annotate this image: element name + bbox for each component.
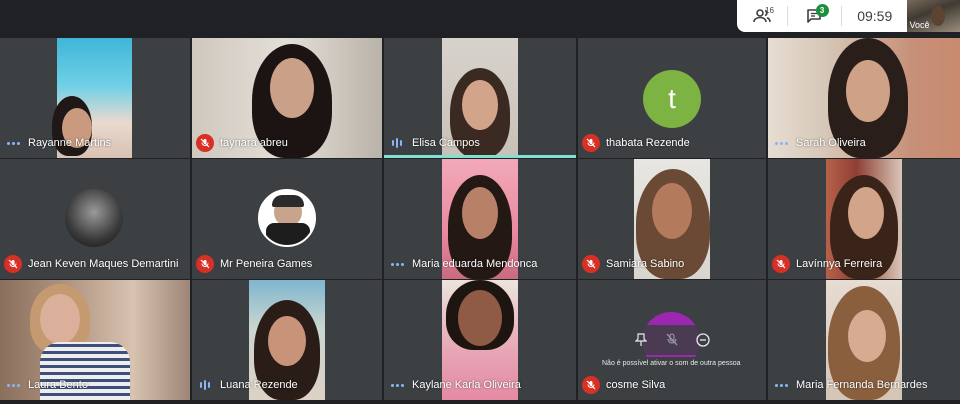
chat-button[interactable]: 3 — [788, 0, 842, 32]
participant-face — [462, 80, 498, 130]
pin-icon — [635, 333, 648, 346]
participant-name: Rayanne Martins — [28, 137, 112, 149]
participant-face — [270, 58, 314, 118]
mic-off-icon — [196, 134, 214, 152]
participant-label: thabata Rezende — [582, 134, 690, 152]
participant-face — [846, 60, 890, 122]
participant-tile[interactable]: Samiara Sabino — [578, 159, 766, 279]
mic-off-icon — [582, 255, 600, 273]
participant-name: Sarah Oliveira — [796, 137, 866, 149]
participant-tile[interactable]: Sarah Oliveira — [768, 38, 960, 158]
mic-off-icon — [582, 134, 600, 152]
participant-name: Mr Peneira Games — [220, 258, 313, 270]
participant-label: Luana Rezende — [196, 376, 298, 394]
active-speaker-bar — [384, 155, 576, 158]
participant-face — [268, 316, 306, 366]
participant-tile[interactable]: Mr Peneira Games — [192, 159, 382, 279]
participant-avatar — [65, 189, 123, 247]
participant-label: Rayanne Martins — [4, 134, 111, 152]
chat-unread-badge: 3 — [815, 4, 829, 17]
participant-name: taynara abreu — [220, 137, 288, 149]
participant-face — [462, 187, 498, 239]
participant-label: Maria eduarda Mendonca — [388, 255, 537, 273]
participant-name: Jean Keven Maques Demartini — [28, 258, 179, 270]
pin-button[interactable] — [630, 329, 652, 351]
more-options-icon[interactable] — [772, 134, 790, 152]
participant-label: Lavínnya Ferreira — [772, 255, 882, 273]
participant-label: Kaylane Karla Oliveira — [388, 376, 521, 394]
mic-off-icon — [196, 255, 214, 273]
speaking-indicator-icon — [388, 134, 406, 152]
participant-tile[interactable]: Luana Rezende — [192, 280, 382, 400]
mic-off-icon — [582, 376, 600, 394]
participant-label: Sarah Oliveira — [772, 134, 866, 152]
participant-tile[interactable]: Maria Fernanda Bernardes — [768, 280, 960, 400]
participant-name: Elisa Campos — [412, 137, 480, 149]
participant-face — [652, 183, 692, 239]
self-label: Você — [909, 20, 930, 30]
participant-avatar — [258, 189, 316, 247]
self-face — [931, 6, 946, 26]
participant-label: Maria Fernanda Bernardes — [772, 376, 927, 394]
more-options-icon[interactable] — [388, 255, 406, 273]
top-bar: 16 3 09:59 Você — [0, 0, 960, 36]
participant-tile[interactable]: taynara abreu — [192, 38, 382, 158]
tooltip: Não é possível ativar o som de outra pes… — [596, 357, 747, 370]
self-view-thumbnail[interactable]: Você — [907, 0, 960, 32]
participant-name: Maria eduarda Mendonca — [412, 258, 538, 270]
clock: 09:59 — [857, 8, 893, 24]
participant-label: cosme Silva — [582, 376, 665, 394]
participant-tile[interactable]: t thabata Rezende — [578, 38, 766, 158]
participant-face — [458, 290, 502, 346]
meeting-toolbar: 16 3 09:59 Você — [737, 0, 960, 32]
participant-label: taynara abreu — [196, 134, 288, 152]
participant-label: Jean Keven Maques Demartini — [4, 255, 178, 273]
mic-off-icon — [4, 255, 22, 273]
participant-name: Samiara Sabino — [606, 258, 685, 270]
participant-tile[interactable]: Rayanne Martins — [0, 38, 190, 158]
participant-name: cosme Silva — [606, 379, 666, 391]
participant-name: Kaylane Karla Oliveira — [412, 379, 521, 391]
mute-participant-button[interactable] — [661, 329, 683, 351]
participant-count: 16 — [765, 6, 774, 15]
participant-tile[interactable]: Maria eduarda Mendonca — [384, 159, 576, 279]
participant-tile[interactable]: Kaylane Karla Oliveira — [384, 280, 576, 400]
participant-name: Lavínnya Ferreira — [796, 258, 883, 270]
participant-label: Samiara Sabino — [582, 255, 684, 273]
mic-off-icon — [772, 255, 790, 273]
speaking-indicator-icon — [196, 376, 214, 394]
participant-name: Laura Bento — [28, 379, 88, 391]
participant-tile[interactable]: Lavínnya Ferreira — [768, 159, 960, 279]
tile-hover-controls — [626, 325, 718, 355]
people-button[interactable]: 16 — [737, 0, 787, 32]
more-options-icon[interactable] — [388, 376, 406, 394]
participant-label: Elisa Campos — [388, 134, 480, 152]
participant-label: Mr Peneira Games — [196, 255, 312, 273]
remove-icon — [695, 333, 710, 347]
more-options-icon[interactable] — [772, 376, 790, 394]
participant-name: Maria Fernanda Bernardes — [796, 379, 928, 391]
participant-name: thabata Rezende — [606, 137, 690, 149]
participant-face — [848, 187, 884, 239]
participant-name: Luana Rezende — [220, 379, 298, 391]
remove-participant-button[interactable] — [692, 329, 714, 351]
participant-face — [40, 294, 80, 344]
participant-tile-active-speaker[interactable]: Elisa Campos — [384, 38, 576, 158]
participant-avatar: t — [643, 70, 701, 128]
participant-tile[interactable]: Jean Keven Maques Demartini — [0, 159, 190, 279]
participant-label: Laura Bento — [4, 376, 88, 394]
participant-face — [848, 310, 886, 362]
mic-off-icon — [666, 333, 678, 346]
more-options-icon[interactable] — [4, 134, 22, 152]
participant-tile[interactable]: Laura Bento — [0, 280, 190, 400]
more-options-icon[interactable] — [4, 376, 22, 394]
